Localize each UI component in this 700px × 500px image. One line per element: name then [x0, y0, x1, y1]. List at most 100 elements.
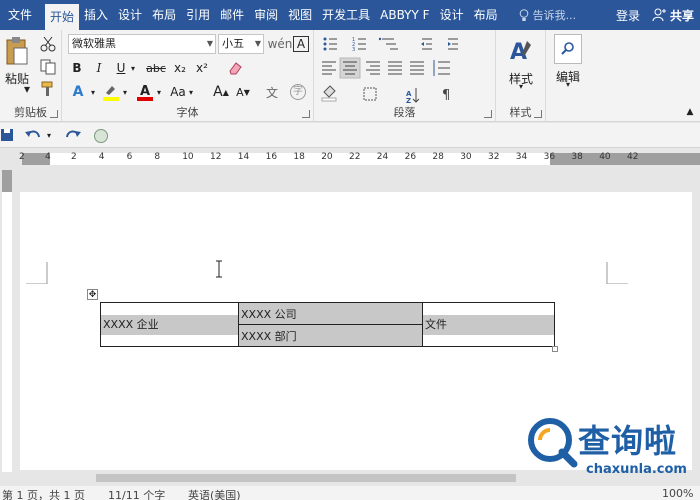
superscript-button[interactable]: x²	[192, 58, 212, 78]
italic-button[interactable]: I	[90, 58, 108, 78]
tab-table-design[interactable]: 设计	[435, 0, 469, 30]
tab-insert[interactable]: 插入	[79, 0, 113, 30]
text-effects-dropdown-icon[interactable]: ▾	[88, 82, 98, 102]
editing-group: 编辑 ▾	[546, 30, 590, 122]
ruler-tick-label: 2	[71, 152, 77, 162]
tab-mailings[interactable]: 邮件	[215, 0, 249, 30]
hscroll-thumb[interactable]	[96, 474, 516, 482]
watermark: 查询啦 chaxunla.com	[520, 412, 700, 482]
phonetic-button[interactable]: 文	[262, 82, 282, 102]
tab-developer[interactable]: 开发工具	[317, 0, 375, 30]
vertical-ruler	[0, 170, 14, 472]
bold-button[interactable]: B	[68, 58, 86, 78]
table-resize-handle[interactable]	[552, 346, 558, 352]
font-color-button[interactable]: A	[134, 82, 156, 102]
tab-abbyy[interactable]: ABBYY F	[375, 0, 434, 30]
ruler-tick-label: 26	[404, 152, 417, 162]
table-cell-doc[interactable]: 文件	[422, 302, 555, 347]
svg-text:A: A	[140, 84, 150, 99]
status-words[interactable]: 11/11 个字	[108, 487, 165, 500]
undo-icon	[25, 130, 40, 138]
redo-button[interactable]	[62, 126, 84, 144]
text-effects-button[interactable]: A	[68, 82, 88, 102]
styles-a-icon: A	[510, 40, 531, 65]
status-language[interactable]: 英语(美国)	[188, 487, 241, 500]
ruler-tick-label: 2	[19, 152, 25, 162]
collapse-ribbon-icon[interactable]: ▲	[684, 106, 696, 118]
cut-button[interactable]	[38, 35, 58, 53]
show-marks-icon: ¶	[442, 88, 450, 103]
clipboard-launcher-icon[interactable]	[50, 110, 58, 118]
touch-mode-button[interactable]	[92, 127, 110, 145]
tab-table-layout[interactable]: 布局	[469, 0, 503, 30]
chevron-down-icon: ▼	[206, 39, 213, 48]
sign-in-link[interactable]: 登录	[616, 7, 640, 24]
copy-button[interactable]	[38, 58, 58, 76]
strikethrough-button[interactable]: abc	[144, 58, 168, 78]
undo-button[interactable]	[22, 126, 44, 144]
subscript-button[interactable]: x₂	[170, 58, 190, 78]
tab-references[interactable]: 引用	[181, 0, 215, 30]
clear-formatting-button[interactable]	[224, 58, 246, 78]
table-move-handle-icon[interactable]: ✥	[87, 289, 98, 300]
ruler-tick-label: 12	[210, 152, 222, 162]
ruler-tick-label: 10	[182, 152, 194, 162]
document-table[interactable]: XXXX 企业 XXXX 公司 文件 XXXX 部门	[100, 302, 555, 347]
editing-dropdown-icon[interactable]: ▾	[563, 80, 573, 89]
wen-icon: 文	[265, 85, 278, 100]
enclose-char-button[interactable]: 字	[288, 82, 308, 102]
styles-dropdown-icon[interactable]: ▾	[516, 82, 526, 91]
highlight-button[interactable]	[100, 82, 122, 102]
undo-dropdown-icon[interactable]: ▾	[44, 127, 54, 143]
change-case-button[interactable]: Aa	[168, 82, 188, 102]
ruler-tick-label: 36	[543, 152, 556, 162]
font-name-combo[interactable]: 微软雅黑 ▼	[68, 34, 216, 54]
ruler-tick-label: 14	[237, 152, 250, 162]
borders-icon	[363, 87, 377, 101]
paste-dropdown-icon[interactable]: ▾	[22, 82, 32, 96]
cell-sub1-text: XXXX 公司	[241, 307, 297, 321]
shrink-font-label: A	[236, 85, 244, 99]
font-size-value: 小五	[222, 37, 244, 50]
table-cell-sub2[interactable]: XXXX 部门	[238, 324, 423, 347]
font-launcher-icon[interactable]	[302, 110, 310, 118]
tab-design[interactable]: 设计	[113, 0, 147, 30]
tab-file[interactable]: 文件	[0, 0, 45, 30]
styles-button[interactable]: A	[506, 36, 536, 66]
tell-me-box[interactable]: 告诉我...	[519, 7, 576, 23]
table-cell-company[interactable]: XXXX 企业	[100, 302, 239, 347]
font-color-dropdown-icon[interactable]: ▾	[154, 82, 164, 102]
format-painter-button[interactable]	[38, 80, 58, 98]
status-page[interactable]: 第 1 页，共 1 页	[2, 487, 85, 500]
ruler-tick-label: 4	[98, 152, 105, 162]
font-size-combo[interactable]: 小五 ▼	[218, 34, 264, 54]
change-case-dropdown-icon[interactable]: ▾	[186, 82, 196, 102]
ruler-tick-label: 28	[432, 152, 444, 162]
phonetic-guide-button[interactable]: wén	[268, 34, 293, 54]
tab-review[interactable]: 审阅	[249, 0, 283, 30]
share-button[interactable]: 共享	[652, 7, 694, 24]
styles-launcher-icon[interactable]	[534, 110, 542, 118]
tab-home[interactable]: 开始	[45, 4, 80, 30]
grow-font-button[interactable]: A ▲	[212, 82, 230, 102]
tab-layout[interactable]: 布局	[147, 0, 181, 30]
ribbon: 粘贴 ▾ 剪贴板 微软雅黑 ▼ 小五 ▼ wén A B I U ▾ abc x₂ …	[0, 30, 700, 122]
ruler-tick-label: 16	[265, 152, 278, 162]
shading-icon	[321, 85, 337, 102]
paste-button[interactable]	[4, 36, 30, 66]
crop-mark-top-right	[606, 262, 628, 284]
save-button[interactable]	[0, 127, 14, 143]
ruler-tick-label: 18	[293, 152, 305, 162]
increase-indent-icon	[448, 38, 458, 50]
underline-dropdown-icon[interactable]: ▾	[128, 58, 138, 78]
vruler-strip	[2, 192, 12, 472]
table-cell-sub1[interactable]: XXXX 公司	[238, 302, 423, 325]
paragraph-launcher-icon[interactable]	[484, 110, 492, 118]
shrink-font-button[interactable]: A ▼	[234, 82, 252, 102]
char-border-button[interactable]: A	[292, 34, 310, 54]
watermark-site: chaxunla.com	[586, 462, 687, 477]
status-zoom[interactable]: 100%	[662, 487, 693, 500]
tab-view[interactable]: 视图	[283, 0, 317, 30]
highlight-dropdown-icon[interactable]: ▾	[120, 82, 130, 102]
editing-button[interactable]	[554, 34, 582, 64]
